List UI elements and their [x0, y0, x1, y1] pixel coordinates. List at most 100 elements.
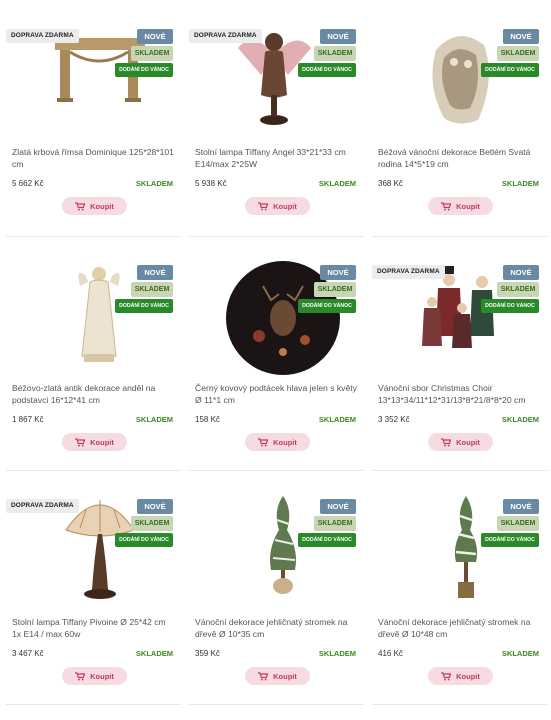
christmas-delivery-badge: DODÁNÍ DO VÁNOC [298, 63, 356, 77]
christmas-delivery-badge: DODÁNÍ DO VÁNOC [115, 63, 173, 77]
product-name[interactable]: Zlatá krbová římsa Dominique 125*28*101 … [12, 147, 176, 170]
stock-badge: SKLADEM [497, 282, 539, 297]
product-price: 359 Kč [195, 649, 220, 658]
new-badge: NOVÉ [137, 29, 173, 44]
product-price: 158 Kč [195, 415, 220, 424]
new-badge: NOVÉ [320, 29, 356, 44]
new-badge: NOVÉ [503, 265, 539, 280]
product-name[interactable]: Stolní lampa Tiffany Angel 33*21*33 cm E… [195, 147, 359, 170]
stock-badge: SKLADEM [314, 46, 356, 61]
buy-button[interactable]: Koupit [428, 197, 493, 215]
stock-status: SKLADEM [318, 179, 356, 188]
stock-status: SKLADEM [135, 649, 173, 658]
stock-badge: SKLADEM [131, 46, 173, 61]
badge-stack: NOVÉ SKLADEM DODÁNÍ DO VÁNOC [115, 29, 173, 77]
product-card[interactable]: DOPRAVA ZDARMA NOVÉ SKLADEM DODÁNÍ DO VÁ… [366, 236, 549, 470]
buy-button[interactable]: Koupit [245, 667, 310, 685]
stock-status: SKLADEM [318, 415, 356, 424]
product-grid: DOPRAVA ZDARMA NOVÉ SKLADEM DODÁNÍ DO VÁ… [0, 0, 551, 720]
product-name[interactable]: Stolní lampa Tiffany Pivoine Ø 25*42 cm … [12, 617, 176, 640]
christmas-delivery-badge: DODÁNÍ DO VÁNOC [481, 299, 539, 313]
free-shipping-badge: DOPRAVA ZDARMA [372, 265, 445, 279]
stock-status: SKLADEM [501, 415, 539, 424]
product-card[interactable]: NOVÉ SKLADEM DODÁNÍ DO VÁNOC Béžová váno… [366, 0, 549, 234]
product-name[interactable]: Vánoční sbor Christmas Choir 13*13*34/11… [378, 383, 542, 406]
stock-badge: SKLADEM [131, 282, 173, 297]
free-shipping-badge: DOPRAVA ZDARMA [6, 29, 79, 43]
stock-status: SKLADEM [135, 415, 173, 424]
product-price: 1 867 Kč [12, 415, 44, 424]
stock-status: SKLADEM [501, 649, 539, 658]
christmas-delivery-badge: DODÁNÍ DO VÁNOC [298, 533, 356, 547]
christmas-delivery-badge: DODÁNÍ DO VÁNOC [481, 63, 539, 77]
badge-stack: NOVÉ SKLADEM DODÁNÍ DO VÁNOC [298, 265, 356, 313]
new-badge: NOVÉ [503, 29, 539, 44]
product-card[interactable]: DOPRAVA ZDARMA NOVÉ SKLADEM DODÁNÍ DO VÁ… [0, 470, 183, 704]
cart-icon [75, 671, 86, 680]
cart-icon [75, 201, 86, 210]
new-badge: NOVÉ [320, 265, 356, 280]
product-name[interactable]: Béžová vánoční dekorace Betlém Svatá rod… [378, 147, 542, 170]
buy-button[interactable]: Koupit [62, 433, 127, 451]
free-shipping-badge: DOPRAVA ZDARMA [6, 499, 79, 513]
product-card[interactable]: NOVÉ SKLADEM DODÁNÍ DO VÁNOC Béžovo-zlat… [0, 236, 183, 470]
buy-button[interactable]: Koupit [245, 433, 310, 451]
row-divider [6, 704, 181, 705]
product-price: 3 467 Kč [12, 649, 44, 658]
badge-stack: NOVÉ SKLADEM DODÁNÍ DO VÁNOC [298, 499, 356, 547]
product-card[interactable]: NOVÉ SKLADEM DODÁNÍ DO VÁNOC Vánoční dek… [366, 470, 549, 704]
product-name[interactable]: Černý kovový podtácek hlava jelen s květ… [195, 383, 359, 406]
product-name[interactable]: Béžovo-zlatá antik dekorace anděl na pod… [12, 383, 176, 406]
cart-icon [75, 437, 86, 446]
badge-stack: NOVÉ SKLADEM DODÁNÍ DO VÁNOC [481, 265, 539, 313]
buy-button[interactable]: Koupit [62, 197, 127, 215]
buy-button-label: Koupit [273, 201, 297, 211]
buy-button-label: Koupit [456, 437, 480, 447]
badge-stack: NOVÉ SKLADEM DODÁNÍ DO VÁNOC [481, 499, 539, 547]
buy-button-label: Koupit [456, 201, 480, 211]
buy-button-label: Koupit [90, 671, 114, 681]
stock-badge: SKLADEM [497, 46, 539, 61]
cart-icon [441, 671, 452, 680]
product-name[interactable]: Vánoční dekorace jehličnatý stromek na d… [378, 617, 542, 640]
buy-button-label: Koupit [273, 437, 297, 447]
buy-button[interactable]: Koupit [428, 667, 493, 685]
product-card[interactable]: DOPRAVA ZDARMA NOVÉ SKLADEM DODÁNÍ DO VÁ… [0, 0, 183, 234]
new-badge: NOVÉ [320, 499, 356, 514]
stock-badge: SKLADEM [314, 516, 356, 531]
row-divider [189, 704, 364, 705]
buy-button-label: Koupit [273, 671, 297, 681]
buy-button[interactable]: Koupit [245, 197, 310, 215]
christmas-delivery-badge: DODÁNÍ DO VÁNOC [115, 533, 173, 547]
badge-stack: NOVÉ SKLADEM DODÁNÍ DO VÁNOC [115, 499, 173, 547]
product-card[interactable]: DOPRAVA ZDARMA NOVÉ SKLADEM DODÁNÍ DO VÁ… [183, 0, 366, 234]
christmas-delivery-badge: DODÁNÍ DO VÁNOC [115, 299, 173, 313]
product-card[interactable]: NOVÉ SKLADEM DODÁNÍ DO VÁNOC Vánoční dek… [183, 470, 366, 704]
stock-badge: SKLADEM [497, 516, 539, 531]
buy-button-label: Koupit [90, 201, 114, 211]
cart-icon [258, 671, 269, 680]
badge-stack: NOVÉ SKLADEM DODÁNÍ DO VÁNOC [481, 29, 539, 77]
product-price: 5 662 Kč [12, 179, 44, 188]
stock-badge: SKLADEM [131, 516, 173, 531]
cart-icon [258, 201, 269, 210]
stock-status: SKLADEM [501, 179, 539, 188]
new-badge: NOVÉ [137, 265, 173, 280]
stock-status: SKLADEM [135, 179, 173, 188]
product-card[interactable]: NOVÉ SKLADEM DODÁNÍ DO VÁNOC Černý kovov… [183, 236, 366, 470]
free-shipping-badge: DOPRAVA ZDARMA [189, 29, 262, 43]
product-name[interactable]: Vánoční dekorace jehličnatý stromek na d… [195, 617, 359, 640]
buy-button[interactable]: Koupit [428, 433, 493, 451]
stock-status: SKLADEM [318, 649, 356, 658]
buy-button[interactable]: Koupit [62, 667, 127, 685]
christmas-delivery-badge: DODÁNÍ DO VÁNOC [481, 533, 539, 547]
new-badge: NOVÉ [137, 499, 173, 514]
cart-icon [258, 437, 269, 446]
christmas-delivery-badge: DODÁNÍ DO VÁNOC [298, 299, 356, 313]
badge-stack: NOVÉ SKLADEM DODÁNÍ DO VÁNOC [298, 29, 356, 77]
new-badge: NOVÉ [503, 499, 539, 514]
badge-stack: NOVÉ SKLADEM DODÁNÍ DO VÁNOC [115, 265, 173, 313]
buy-button-label: Koupit [456, 671, 480, 681]
stock-badge: SKLADEM [314, 282, 356, 297]
product-price: 3 352 Kč [378, 415, 410, 424]
